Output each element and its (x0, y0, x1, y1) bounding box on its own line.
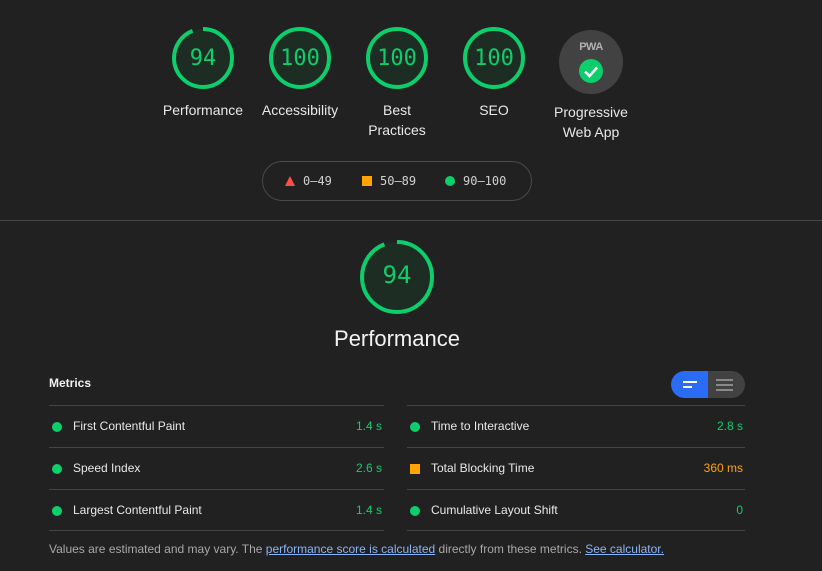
pass-icon (52, 464, 62, 474)
pass-icon (52, 506, 62, 516)
gauge-performance[interactable]: 94 Performance (155, 26, 251, 120)
legend-pass: 90–100 (445, 174, 506, 188)
gauge-seo[interactable]: 100 SEO (446, 26, 542, 120)
gauge-label: Performance (162, 102, 244, 118)
gauge-label: SEO (479, 102, 509, 118)
footnote-text: directly from these metrics. (435, 542, 586, 556)
circle-icon (445, 176, 455, 186)
gauge-accessibility[interactable]: 100 Accessibility (252, 26, 348, 120)
legend-pass-label: 90–100 (463, 174, 507, 188)
score-summary: 94 Performance 100 Accessibility 100 Bes… (0, 0, 822, 220)
score-legend: 0–49 50–89 90–100 (262, 161, 532, 201)
metric-time-to-interactive[interactable]: Time to Interactive 2.8 s (407, 405, 745, 447)
gauge-score: 94 (189, 46, 217, 71)
gauge-label: Progressive Web App (554, 104, 628, 140)
pwa-logo: PWA (579, 41, 603, 53)
performance-gauge: 94 (359, 239, 435, 315)
gauge-label: Best Practices (368, 102, 426, 138)
metric-largest-contentful-paint[interactable]: Largest Contentful Paint 1.4 s (49, 489, 384, 531)
metric-value: 360 ms (703, 461, 743, 475)
pass-icon (410, 506, 420, 516)
pass-icon (410, 422, 420, 432)
average-icon (410, 464, 420, 474)
section-divider (0, 220, 822, 221)
gauge-score: 100 (377, 46, 417, 71)
metric-value: 1.4 s (355, 419, 382, 433)
metrics-footnote: Values are estimated and may vary. The p… (49, 542, 664, 556)
gauge-label: Accessibility (261, 102, 339, 118)
pwa-badge-wrap: PWA (543, 28, 639, 94)
metric-name: Time to Interactive (431, 419, 530, 433)
check-icon (579, 59, 603, 83)
footnote-text: Values are estimated and may vary. The (49, 542, 266, 556)
gauge-score: 100 (474, 46, 514, 71)
gauge-pwa[interactable]: PWA Progressive Web App (543, 28, 639, 142)
legend-average: 50–89 (362, 174, 416, 188)
legend-fail: 0–49 (285, 174, 332, 188)
metrics-view-toggle[interactable] (671, 371, 745, 398)
performance-score: 94 (382, 261, 412, 289)
performance-title: Performance (334, 326, 460, 351)
metric-value: 0 (736, 503, 743, 517)
gauge-score: 100 (280, 46, 320, 71)
metric-name: First Contentful Paint (73, 419, 186, 433)
metric-value: 2.6 s (355, 461, 382, 475)
metric-name: Cumulative Layout Shift (431, 503, 558, 517)
metric-speed-index[interactable]: Speed Index 2.6 s (49, 447, 384, 489)
pass-icon (52, 422, 62, 432)
metric-first-contentful-paint[interactable]: First Contentful Paint 1.4 s (49, 405, 384, 447)
metrics-bottom-border (407, 530, 745, 531)
metrics-heading: Metrics (49, 376, 92, 390)
compact-view-button[interactable] (671, 371, 708, 398)
triangle-icon (285, 176, 295, 186)
metric-cumulative-layout-shift[interactable]: Cumulative Layout Shift 0 (407, 489, 745, 531)
metric-name: Total Blocking Time (431, 461, 535, 475)
pwa-badge: PWA (559, 30, 623, 94)
score-calculation-link[interactable]: performance score is calculated (266, 542, 435, 556)
see-calculator-link[interactable]: See calculator. (585, 542, 664, 556)
legend-fail-label: 0–49 (303, 174, 332, 188)
gauge-best-practices[interactable]: 100 Best Practices (349, 26, 445, 140)
square-icon (362, 176, 372, 186)
metric-total-blocking-time[interactable]: Total Blocking Time 360 ms (407, 447, 745, 489)
metric-name: Speed Index (73, 461, 141, 475)
legend-average-label: 50–89 (380, 174, 417, 188)
metrics-bottom-border (49, 530, 384, 531)
metric-name: Largest Contentful Paint (73, 503, 202, 517)
metric-value: 1.4 s (355, 503, 382, 517)
metric-value: 2.8 s (716, 419, 743, 433)
